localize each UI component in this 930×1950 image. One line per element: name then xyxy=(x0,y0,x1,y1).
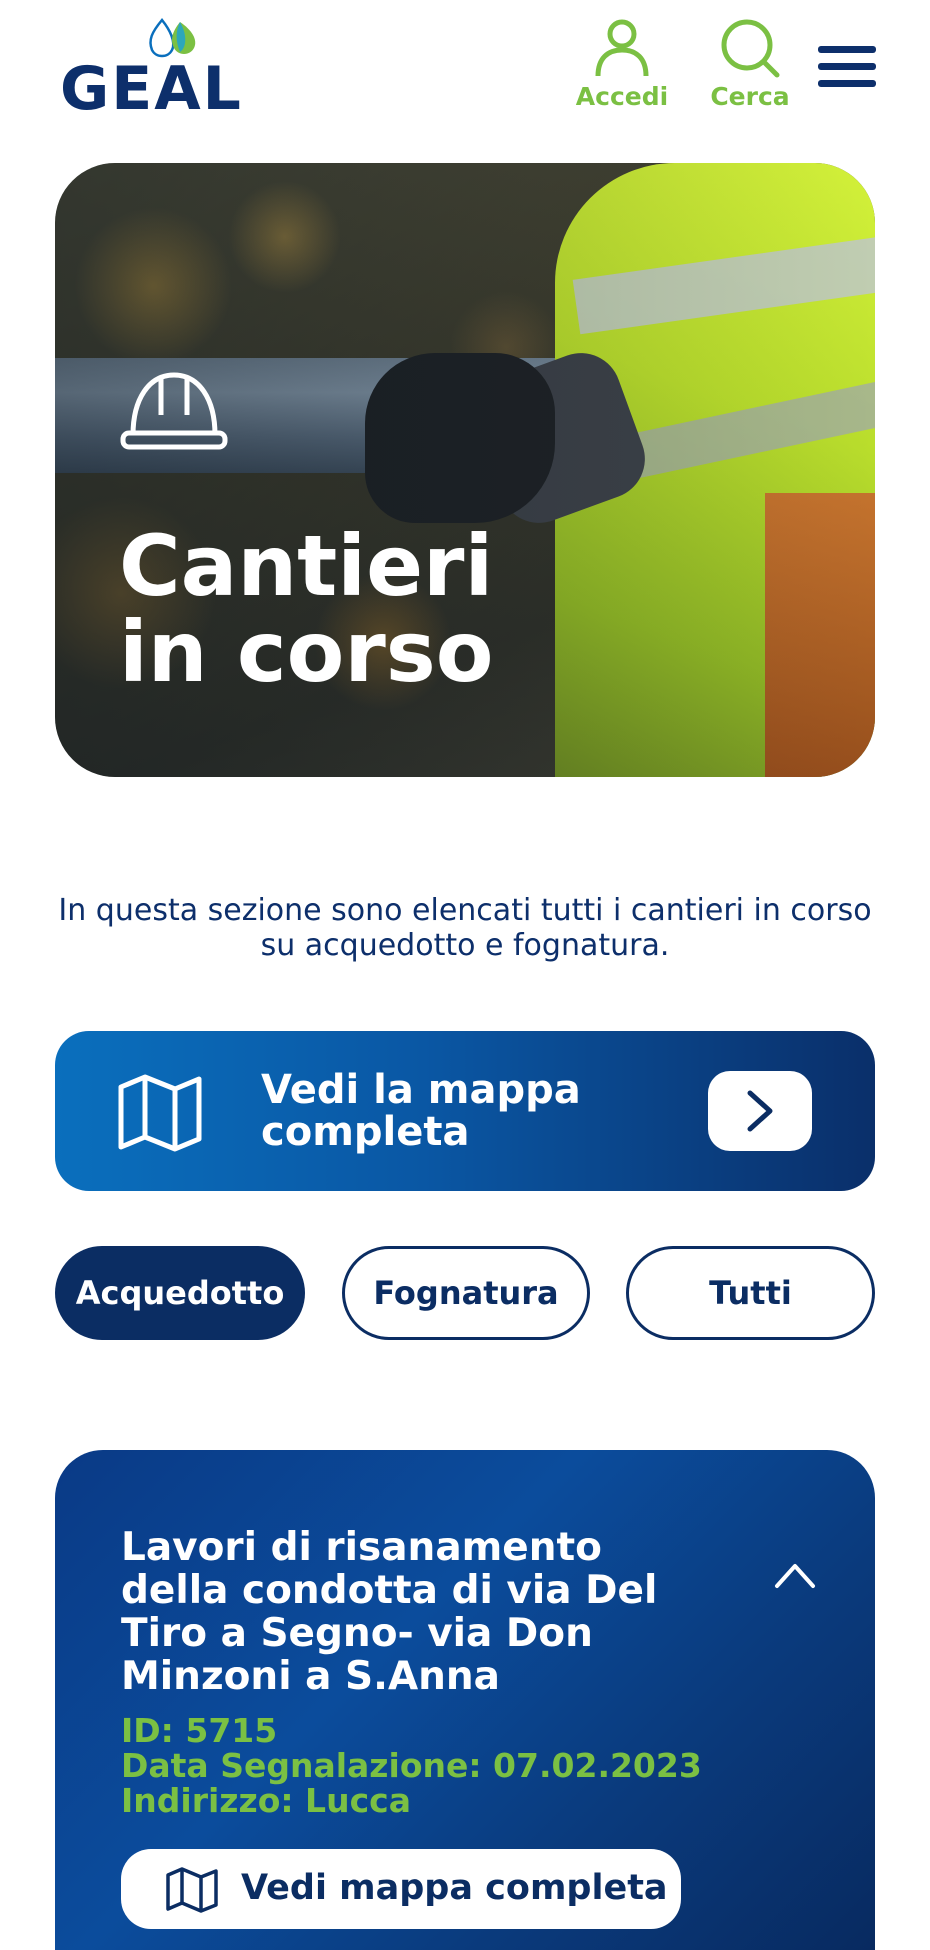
cantiere-id: ID: 5715 xyxy=(121,1711,278,1750)
hero-banner: Cantieri in corso xyxy=(55,163,875,777)
hero-title-line2: in corso xyxy=(119,603,494,701)
geal-logo[interactable]: GEAL xyxy=(60,18,241,124)
cantiere-date: Data Segnalazione: 07.02.2023 xyxy=(121,1746,702,1785)
map-icon xyxy=(166,1867,218,1913)
intro-text: In questa sezione sono elencati tutti i … xyxy=(58,893,872,963)
card-view-map-label: Vedi mappa completa xyxy=(241,1868,668,1908)
hard-hat-icon xyxy=(120,372,228,450)
view-full-map-banner[interactable]: Vedi la mappa completa xyxy=(55,1031,875,1191)
chevron-right-icon xyxy=(747,1090,773,1132)
view-full-map-label: Vedi la mappa completa xyxy=(261,1067,581,1155)
cerca-label: Cerca xyxy=(710,82,790,111)
hamburger-menu-icon[interactable] xyxy=(818,46,876,92)
search-icon xyxy=(721,19,780,78)
logo-text: GEAL xyxy=(60,54,243,124)
hero-title-line1: Cantieri xyxy=(119,517,494,615)
map-icon xyxy=(118,1074,202,1152)
view-full-map-go-button[interactable] xyxy=(708,1071,812,1151)
user-icon xyxy=(595,19,649,77)
menu-bar-bottom xyxy=(818,80,876,87)
chevron-up-icon[interactable] xyxy=(773,1560,817,1590)
filter-acquedotto[interactable]: Acquedotto xyxy=(55,1246,305,1340)
accedi-label: Accedi xyxy=(575,82,669,111)
site-header: GEAL Accedi Cerca xyxy=(0,0,930,140)
cantiere-card: Lavori di risanamento della condotta di … xyxy=(55,1450,875,1950)
filter-fognatura[interactable]: Fognatura xyxy=(342,1246,590,1340)
hero-title: Cantieri in corso xyxy=(119,523,719,695)
cantiere-meta: ID: 5715 Data Segnalazione: 07.02.2023 I… xyxy=(121,1713,821,1818)
card-view-map-button[interactable]: Vedi mappa completa xyxy=(121,1849,681,1929)
accedi-button[interactable]: Accedi xyxy=(572,18,672,111)
menu-bar-middle xyxy=(818,63,876,70)
cantiere-title: Lavori di risanamento della condotta di … xyxy=(121,1525,658,1699)
filter-tutti[interactable]: Tutti xyxy=(626,1246,875,1340)
cerca-button[interactable]: Cerca xyxy=(700,18,800,111)
cantiere-address: Indirizzo: Lucca xyxy=(121,1781,411,1820)
menu-bar-top xyxy=(818,46,876,53)
